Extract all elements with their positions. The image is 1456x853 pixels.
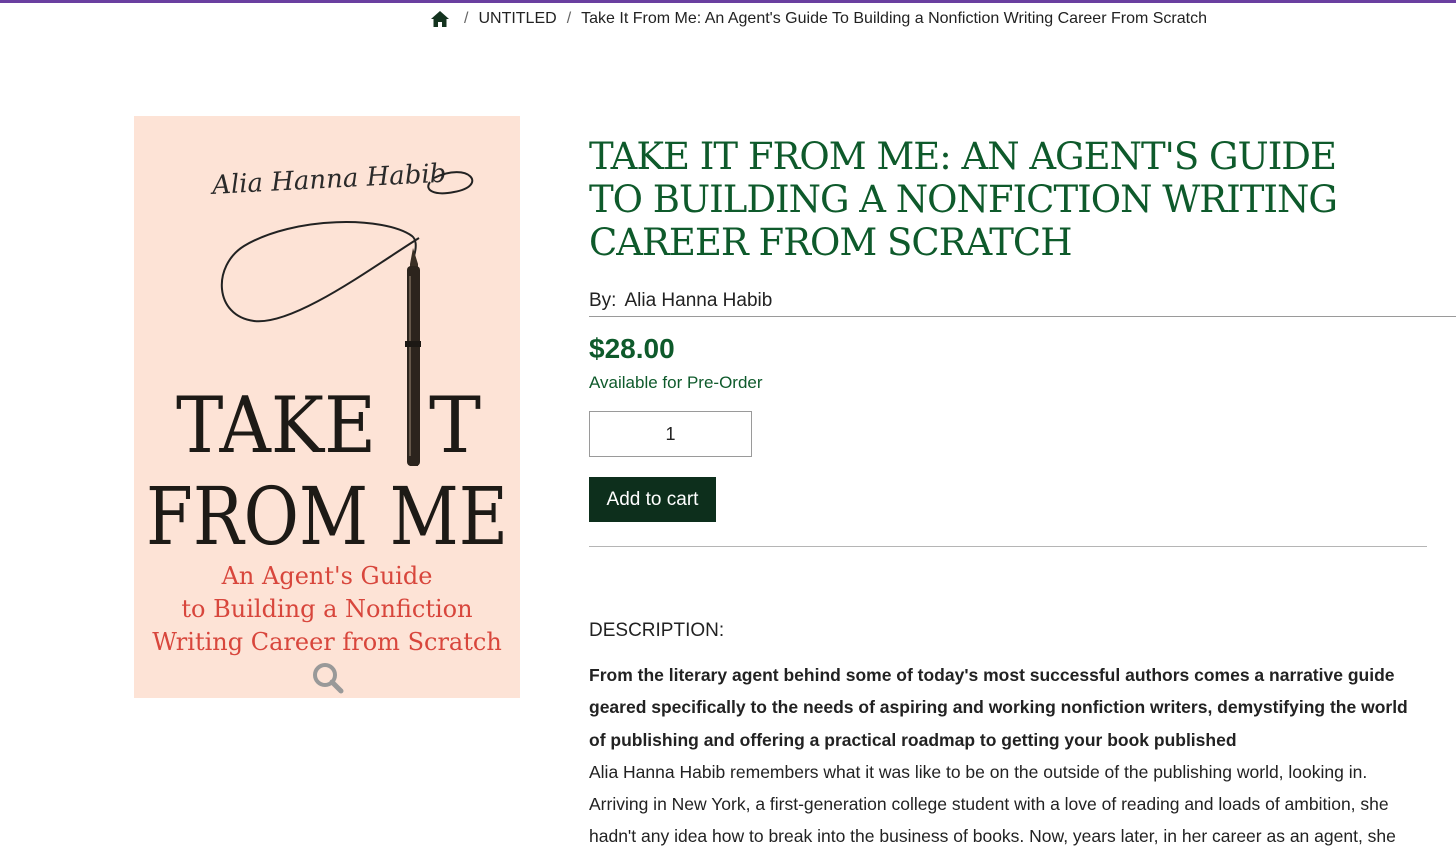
by-label: By:	[589, 290, 617, 311]
availability-status: Available for Pre-Order	[589, 373, 763, 392]
magnifier-icon[interactable]	[310, 660, 346, 696]
cover-title-line1b: T	[429, 381, 481, 471]
book-cover-image[interactable]: Alia Hanna Habib TAKE T FROM ME An Agent…	[134, 116, 520, 698]
breadcrumb-untitled[interactable]: UNTITLED	[478, 10, 556, 28]
breadcrumb-separator: /	[566, 10, 572, 27]
cover-title-line2: FROM ME	[146, 470, 508, 563]
breadcrumb-separator: /	[464, 10, 469, 27]
description-body: Alia Hanna Habib remembers what it was l…	[589, 761, 1396, 847]
cover-subtitle-line3: Writing Career from Scratch	[152, 628, 502, 656]
add-to-cart-button[interactable]: Add to cart	[589, 477, 716, 522]
cover-signature: Alia Hanna Habib	[209, 159, 447, 201]
divider	[589, 546, 1427, 547]
quantity-input[interactable]	[589, 411, 752, 457]
home-icon[interactable]	[430, 9, 450, 29]
byline: By: Alia Hanna Habib	[589, 290, 772, 312]
cover-subtitle-line1: An Agent's Guide	[221, 562, 433, 590]
cover-title-line1: TAKE	[176, 381, 376, 471]
product-price: $28.00	[589, 333, 675, 364]
breadcrumb: / UNTITLED / Take It From Me: An Agent's…	[430, 6, 1217, 32]
divider	[589, 316, 1456, 317]
breadcrumb-current: Take It From Me: An Agent's Guide To Bui…	[581, 10, 1207, 27]
description-text: From the literary agent behind some of t…	[589, 659, 1427, 853]
product-title: TAKE IT FROM ME: AN AGENT'S GUIDE TO BUI…	[589, 135, 1338, 264]
pen-illustration	[405, 248, 421, 466]
cover-subtitle-line2: to Building a Nonfiction	[181, 595, 472, 623]
description-lead: From the literary agent behind some of t…	[589, 665, 1408, 750]
author-name: Alia Hanna Habib	[624, 290, 773, 311]
top-accent-bar	[0, 0, 1456, 3]
description-heading: DESCRIPTION:	[589, 620, 725, 641]
